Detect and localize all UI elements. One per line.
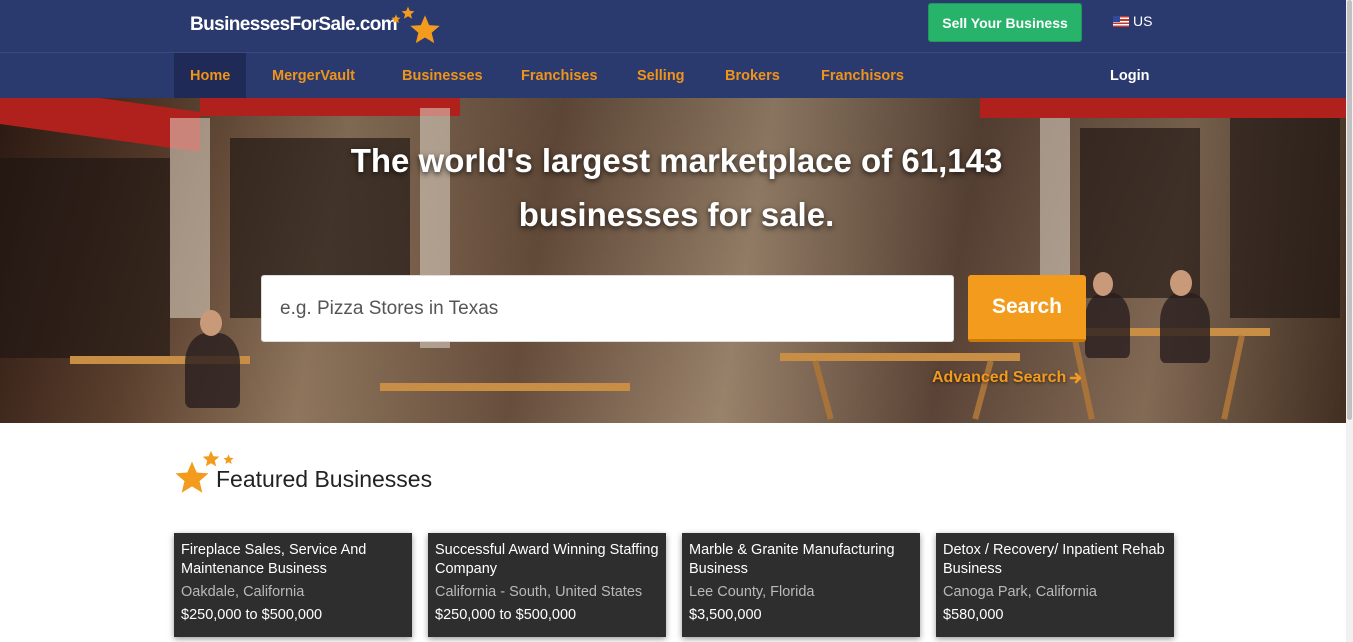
stars-icon bbox=[391, 6, 443, 44]
person-head bbox=[1170, 270, 1192, 296]
card-price: $250,000 to $500,000 bbox=[181, 607, 323, 623]
person-head bbox=[200, 310, 222, 336]
nav-item-businesses[interactable]: Businesses bbox=[402, 53, 483, 98]
card-location: Oakdale, California bbox=[181, 584, 305, 600]
sell-your-business-button[interactable]: Sell Your Business bbox=[928, 3, 1082, 42]
search-button[interactable]: Search bbox=[968, 275, 1086, 342]
nav-item-home[interactable]: Home bbox=[174, 53, 247, 98]
arrow-right-icon bbox=[1070, 372, 1082, 384]
business-card[interactable]: Marble & Granite Manufacturing Business … bbox=[682, 533, 920, 637]
hero-title-line-1: The world's largest marketplace of 61,14… bbox=[350, 142, 1003, 179]
person-figure bbox=[1160, 293, 1210, 363]
card-location: Lee County, Florida bbox=[689, 584, 815, 600]
nav-item-mergervault[interactable]: MergerVault bbox=[272, 53, 355, 98]
hero-title: The world's largest marketplace of 61,14… bbox=[0, 134, 1353, 242]
card-price: $250,000 to $500,000 bbox=[435, 607, 577, 623]
advanced-search-label: Advanced Search bbox=[932, 369, 1067, 386]
nav-item-brokers[interactable]: Brokers bbox=[725, 53, 780, 98]
featured-cards: Fireplace Sales, Service And Maintenance… bbox=[174, 533, 1174, 642]
person-head bbox=[1093, 272, 1113, 296]
nav-item-franchisors[interactable]: Franchisors bbox=[821, 53, 904, 98]
table-leg bbox=[812, 360, 834, 420]
top-header: BusinessesForSale.com Sell Your Business… bbox=[0, 0, 1353, 52]
card-title: Marble & Granite Manufacturing Business bbox=[689, 542, 895, 577]
person-figure bbox=[1085, 293, 1130, 358]
business-card[interactable]: Successful Award Winning Staffing Compan… bbox=[428, 533, 666, 637]
table-leg bbox=[1221, 335, 1245, 420]
featured-title: Featured Businesses bbox=[216, 466, 433, 492]
card-title: Successful Award Winning Staffing Compan… bbox=[435, 542, 659, 577]
card-price: $580,000 bbox=[943, 607, 1004, 623]
scrollbar-thumb[interactable] bbox=[1347, 0, 1352, 420]
awning-decor bbox=[980, 98, 1353, 118]
us-flag-icon bbox=[1113, 15, 1129, 27]
featured-header: Featured Businesses bbox=[174, 450, 432, 495]
logo-text: BusinessesForSale.com bbox=[190, 14, 398, 35]
nav-item-selling[interactable]: Selling bbox=[637, 53, 685, 98]
card-location: Canoga Park, California bbox=[943, 584, 1097, 600]
site-logo[interactable]: BusinessesForSale.com bbox=[190, 6, 443, 44]
login-link[interactable]: Login bbox=[1110, 53, 1149, 98]
business-card[interactable]: Detox / Recovery/ Inpatient Rehab Busine… bbox=[936, 533, 1174, 637]
hero-banner: The world's largest marketplace of 61,14… bbox=[0, 98, 1353, 423]
search-input[interactable] bbox=[261, 275, 954, 342]
picnic-table bbox=[380, 383, 630, 391]
business-card[interactable]: Fireplace Sales, Service And Maintenance… bbox=[174, 533, 412, 637]
locale-selector[interactable]: US bbox=[1113, 13, 1152, 29]
nav-item-franchises[interactable]: Franchises bbox=[521, 53, 598, 98]
locale-label: US bbox=[1133, 13, 1153, 29]
person-figure bbox=[185, 333, 240, 408]
card-price: $3,500,000 bbox=[689, 607, 762, 623]
card-title: Fireplace Sales, Service And Maintenance… bbox=[181, 542, 367, 577]
card-title: Detox / Recovery/ Inpatient Rehab Busine… bbox=[943, 542, 1165, 577]
card-location: California - South, United States bbox=[435, 584, 643, 600]
stars-icon bbox=[174, 450, 236, 495]
hero-title-line-2: businesses for sale. bbox=[518, 196, 835, 233]
advanced-search-link[interactable]: Advanced Search bbox=[932, 369, 1083, 387]
main-nav: Home MergerVault Businesses Franchises S… bbox=[0, 52, 1353, 98]
